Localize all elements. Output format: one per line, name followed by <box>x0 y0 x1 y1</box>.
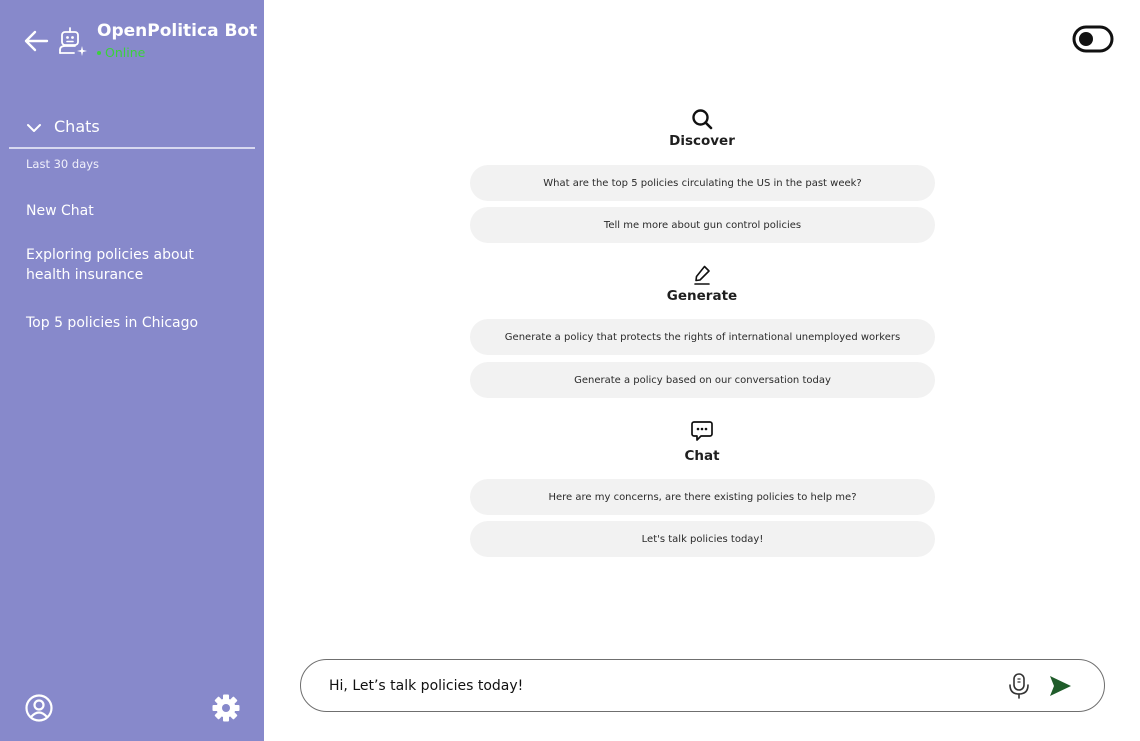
chat-item-new-chat[interactable]: New Chat <box>26 201 241 221</box>
chat-item-health-insurance[interactable]: Exploring policies about health insuranc… <box>26 245 241 285</box>
user-profile-icon[interactable] <box>24 693 54 723</box>
send-icon[interactable] <box>1047 673 1073 699</box>
suggestion-conversation-policy[interactable]: Generate a policy based on our conversat… <box>470 362 935 398</box>
robot-icon <box>59 27 87 56</box>
suggestion-label: Generate a policy based on our conversat… <box>574 374 831 386</box>
microphone-icon[interactable] <box>1007 672 1031 700</box>
suggestion-label: What are the top 5 policies circulating … <box>543 177 862 189</box>
pencil-icon <box>694 265 710 285</box>
suggestion-label: Let's talk policies today! <box>641 533 764 545</box>
chats-divider <box>9 147 255 149</box>
back-arrow-icon[interactable] <box>22 28 50 54</box>
suggestion-gun-control[interactable]: Tell me more about gun control policies <box>470 207 935 243</box>
suggestion-label: Here are my concerns, are there existing… <box>548 491 857 503</box>
bot-status: Online <box>97 45 145 60</box>
suggestion-talk-policies[interactable]: Let's talk policies today! <box>470 521 935 557</box>
chat-title: Chat <box>684 448 720 464</box>
discover-title: Discover <box>669 133 735 149</box>
suggestion-label: Tell me more about gun control policies <box>603 219 802 231</box>
search-icon <box>692 109 713 130</box>
message-input[interactable] <box>329 672 989 700</box>
sidebar: OpenPolitica Bot Online Chats Last 30 da… <box>0 0 264 741</box>
suggestion-label: Generate a policy that protects the righ… <box>504 331 901 343</box>
chats-toggle[interactable]: Chats <box>24 116 224 140</box>
theme-toggle-icon[interactable] <box>1072 25 1114 53</box>
chevron-down-icon <box>27 124 41 132</box>
suggestion-workers-policy[interactable]: Generate a policy that protects the righ… <box>470 319 935 355</box>
chat-bubble-icon <box>691 421 713 441</box>
generate-title: Generate <box>666 288 738 304</box>
suggestion-top-policies[interactable]: What are the top 5 policies circulating … <box>470 165 935 201</box>
period-label: Last 30 days <box>26 157 100 171</box>
chats-label: Chats <box>54 117 100 136</box>
chat-item-chicago-policies[interactable]: Top 5 policies in Chicago <box>26 313 241 333</box>
gear-icon[interactable] <box>210 692 242 724</box>
message-composer <box>300 659 1105 712</box>
bot-name: OpenPolitica Bot <box>97 21 258 41</box>
suggestion-concerns[interactable]: Here are my concerns, are there existing… <box>470 479 935 515</box>
